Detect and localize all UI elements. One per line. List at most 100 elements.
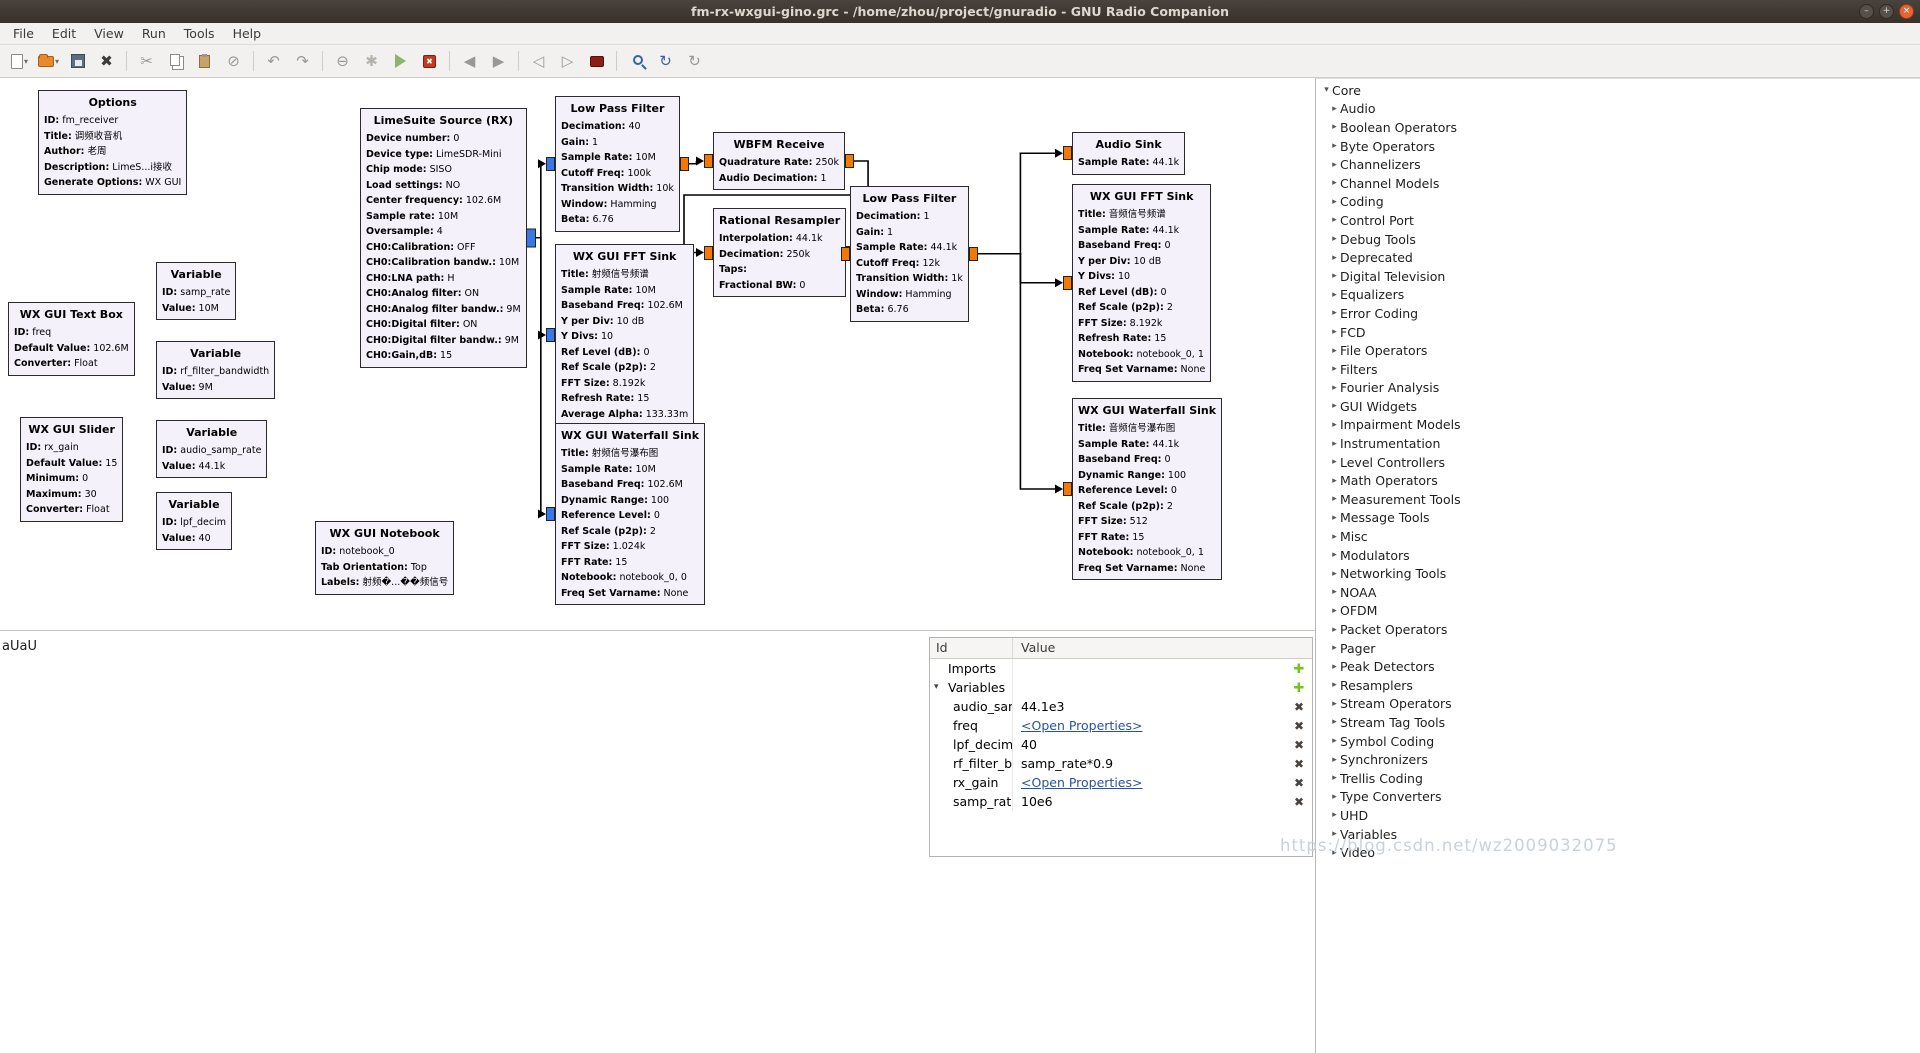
close-button[interactable]: × bbox=[1899, 4, 1914, 19]
tree-item-fcd[interactable]: ▸ FCD bbox=[1316, 323, 1920, 342]
block-lpf2[interactable]: Low Pass Filter Decimation: 1 Gain: 1 Sampl… bbox=[841, 186, 978, 322]
tree-item-measurement-tools[interactable]: ▸ Measurement Tools bbox=[1316, 490, 1920, 509]
output-port[interactable] bbox=[679, 156, 689, 171]
tree-item-instrumentation[interactable]: ▸ Instrumentation bbox=[1316, 434, 1920, 453]
forward-button[interactable]: ▶ bbox=[485, 48, 512, 74]
add-icon[interactable]: ✚ bbox=[1294, 681, 1305, 696]
open-properties-link[interactable]: <Open Properties> bbox=[1021, 775, 1142, 790]
tree-item-math-operators[interactable]: ▸ Math Operators bbox=[1316, 471, 1920, 490]
remove-icon[interactable]: ✖ bbox=[1294, 738, 1304, 752]
delete-button[interactable]: ⊘ bbox=[220, 48, 247, 74]
expander-right-icon[interactable]: ▸ bbox=[1329, 439, 1340, 449]
inspector-row-audio-sam[interactable]: audio_sam 44.1e3 ✖ bbox=[930, 697, 1312, 716]
inspector-row-rx-gain[interactable]: rx_gain <Open Properties> ✖ bbox=[930, 773, 1312, 792]
expander-right-icon[interactable]: ▸ bbox=[1329, 197, 1340, 207]
remove-icon[interactable]: ✖ bbox=[1294, 757, 1304, 771]
expander-right-icon[interactable]: ▸ bbox=[1329, 420, 1340, 430]
input-port[interactable] bbox=[704, 245, 713, 260]
maximize-button[interactable]: + bbox=[1879, 4, 1894, 19]
tree-item-channel-models[interactable]: ▸ Channel Models bbox=[1316, 174, 1920, 193]
tree-item-byte-operators[interactable]: ▸ Byte Operators bbox=[1316, 137, 1920, 156]
inspector-row-rf-filter-ba[interactable]: rf_filter_ba samp_rate*0.9 ✖ bbox=[930, 754, 1312, 773]
tree-item-uhd[interactable]: ▸ UHD bbox=[1316, 806, 1920, 825]
expander-right-icon[interactable]: ▸ bbox=[1329, 308, 1340, 318]
kill-button[interactable]: ✖ bbox=[416, 48, 443, 74]
expander-right-icon[interactable]: ▸ bbox=[1329, 271, 1340, 281]
paste-button[interactable] bbox=[191, 48, 218, 74]
dropdown-caret-icon[interactable]: ▾ bbox=[55, 57, 59, 66]
save-flowgraph-button[interactable] bbox=[64, 48, 91, 74]
block-textbox_freq[interactable]: WX GUI Text Box ID: freq Default Value: 10… bbox=[8, 302, 135, 376]
generate-button[interactable]: ⊖ bbox=[329, 48, 356, 74]
remove-icon[interactable]: ✖ bbox=[1294, 700, 1304, 714]
expander-right-icon[interactable]: ▸ bbox=[1329, 122, 1340, 132]
tree-item-digital-television[interactable]: ▸ Digital Television bbox=[1316, 267, 1920, 286]
inspector-row-variables[interactable]: ▾ Variables ✚ bbox=[930, 678, 1312, 697]
block-notebook[interactable]: WX GUI Notebook ID: notebook_0 Tab Orienta… bbox=[315, 521, 455, 595]
tree-item-debug-tools[interactable]: ▸ Debug Tools bbox=[1316, 230, 1920, 249]
block-fft2[interactable]: WX GUI FFT Sink Title: 音频信号频谱 Sample Rate:… bbox=[1063, 184, 1212, 382]
new-flowgraph-button[interactable]: ▾ bbox=[6, 48, 33, 74]
tree-item-noaa[interactable]: ▸ NOAA bbox=[1316, 583, 1920, 602]
output-port[interactable] bbox=[845, 154, 855, 168]
expander-right-icon[interactable]: ▸ bbox=[1329, 253, 1340, 263]
block-limesuite[interactable]: LimeSuite Source (RX) Device number: 0 Dev… bbox=[360, 108, 536, 368]
block-var_lpf_decim[interactable]: Variable ID: lpf_decim Value: 40 bbox=[156, 492, 233, 550]
remove-icon[interactable]: ✖ bbox=[1294, 776, 1304, 790]
output-port[interactable] bbox=[968, 246, 978, 261]
tree-item-resamplers[interactable]: ▸ Resamplers bbox=[1316, 676, 1920, 695]
add-icon[interactable]: ✚ bbox=[1294, 662, 1305, 677]
minimize-button[interactable]: – bbox=[1859, 4, 1874, 19]
inspector-value-cell[interactable]: <Open Properties> bbox=[1013, 716, 1286, 735]
back-button[interactable]: ◀ bbox=[456, 48, 483, 74]
block-lpf1[interactable]: Low Pass Filter Decimation: 40 Gain: 1 Samp… bbox=[546, 96, 689, 232]
open-flowgraph-button[interactable]: ▾ bbox=[35, 48, 62, 74]
input-port[interactable] bbox=[841, 246, 850, 261]
redo-button[interactable]: ↷ bbox=[289, 48, 316, 74]
block-audio_sink[interactable]: Audio Sink Sample Rate: 44.1k bbox=[1063, 132, 1186, 175]
expander-right-icon[interactable]: ▸ bbox=[1329, 662, 1340, 672]
block-slider_rx_gain[interactable]: WX GUI Slider ID: rx_gain Default Value: 1… bbox=[20, 417, 124, 522]
expander-icon[interactable]: ▾ bbox=[934, 678, 939, 697]
tree-item-pager[interactable]: ▸ Pager bbox=[1316, 639, 1920, 658]
block-fft1[interactable]: WX GUI FFT Sink Title: 射频信号频谱 Sample Rate:… bbox=[546, 244, 695, 426]
expander-right-icon[interactable]: ▸ bbox=[1329, 513, 1340, 523]
tree-item-misc[interactable]: ▸ Misc bbox=[1316, 527, 1920, 546]
expander-right-icon[interactable]: ▸ bbox=[1329, 364, 1340, 374]
flowgraph-canvas[interactable]: Options ID: fm_receiver Title: 调频收音机 Author… bbox=[0, 78, 1315, 631]
close-flowgraph-button[interactable]: ✖ bbox=[93, 48, 120, 74]
tree-item-variables[interactable]: ▸ Variables bbox=[1316, 825, 1920, 844]
menu-view[interactable]: View bbox=[85, 24, 133, 43]
expander-right-icon[interactable]: ▸ bbox=[1329, 234, 1340, 244]
expander-right-icon[interactable]: ▸ bbox=[1329, 327, 1340, 337]
menu-file[interactable]: File bbox=[4, 24, 43, 43]
tree-item-audio[interactable]: ▸ Audio bbox=[1316, 100, 1920, 119]
block-resampler[interactable]: Rational Resampler Interpolation: 44.1k De… bbox=[704, 208, 856, 297]
expander-right-icon[interactable]: ▸ bbox=[1329, 792, 1340, 802]
expander-right-icon[interactable]: ▸ bbox=[1329, 178, 1340, 188]
input-port[interactable] bbox=[546, 156, 555, 171]
tree-item-deprecated[interactable]: ▸ Deprecated bbox=[1316, 248, 1920, 267]
expander-right-icon[interactable]: ▸ bbox=[1329, 160, 1340, 170]
tree-item-impairment-models[interactable]: ▸ Impairment Models bbox=[1316, 416, 1920, 435]
expander-right-icon[interactable]: ▸ bbox=[1329, 773, 1340, 783]
expander-right-icon[interactable]: ▸ bbox=[1329, 104, 1340, 114]
tree-item-trellis-coding[interactable]: ▸ Trellis Coding bbox=[1316, 769, 1920, 788]
tree-item-stream-operators[interactable]: ▸ Stream Operators bbox=[1316, 695, 1920, 714]
tree-item-ofdm[interactable]: ▸ OFDM bbox=[1316, 602, 1920, 621]
remove-icon[interactable]: ✖ bbox=[1294, 719, 1304, 733]
tree-item-symbol-coding[interactable]: ▸ Symbol Coding bbox=[1316, 732, 1920, 751]
inspector-row-lpf-decim[interactable]: lpf_decim 40 ✖ bbox=[930, 735, 1312, 754]
tree-item-gui-widgets[interactable]: ▸ GUI Widgets bbox=[1316, 397, 1920, 416]
execute-button[interactable] bbox=[387, 48, 414, 74]
expander-right-icon[interactable]: ▸ bbox=[1329, 550, 1340, 560]
tree-item-type-converters[interactable]: ▸ Type Converters bbox=[1316, 788, 1920, 807]
block-var_rf_filter_bandwidth[interactable]: Variable ID: rf_filter_bandwidth Value: 9M bbox=[156, 341, 276, 399]
tree-item-packet-operators[interactable]: ▸ Packet Operators bbox=[1316, 620, 1920, 639]
expander-right-icon[interactable]: ▸ bbox=[1329, 141, 1340, 151]
reload-blocks-button[interactable]: ↻ bbox=[652, 48, 679, 74]
expander-right-icon[interactable]: ▸ bbox=[1329, 476, 1340, 486]
input-port[interactable] bbox=[1063, 482, 1072, 496]
tree-item-synchronizers[interactable]: ▸ Synchronizers bbox=[1316, 750, 1920, 769]
tree-item-file-operators[interactable]: ▸ File Operators bbox=[1316, 341, 1920, 360]
